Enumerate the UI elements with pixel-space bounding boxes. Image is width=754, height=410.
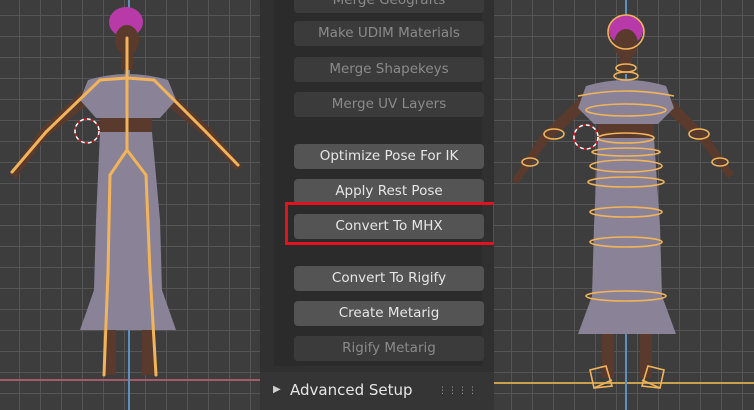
viewport-left[interactable] bbox=[0, 0, 260, 410]
top-right bbox=[578, 80, 674, 124]
drag-grip-icon[interactable]: ⋮⋮⋮⋮ bbox=[438, 386, 478, 396]
make-udim-materials-button[interactable]: Make UDIM Materials bbox=[294, 21, 484, 46]
rigify-metarig-button[interactable]: Rigify Metarig bbox=[294, 336, 484, 361]
skirt-left bbox=[80, 132, 176, 330]
highlight-box bbox=[285, 202, 496, 245]
apply-rest-pose-button[interactable]: Apply Rest Pose bbox=[294, 179, 484, 204]
merge-uv-layers-button[interactable]: Merge UV Layers bbox=[294, 92, 484, 117]
merge-shapekeys-button[interactable]: Merge Shapekeys bbox=[294, 57, 484, 82]
character-armature-left bbox=[10, 7, 242, 377]
character-armature-right bbox=[512, 14, 734, 389]
merge-geografts-button[interactable]: Merge Geografts bbox=[294, 0, 484, 13]
disclosure-triangle-right-icon[interactable]: ▶ bbox=[273, 384, 281, 395]
head-right bbox=[614, 29, 638, 59]
tool-panel: Merge Geografts Make UDIM Materials Merg… bbox=[260, 0, 496, 410]
optimize-pose-for-ik-button[interactable]: Optimize Pose For IK bbox=[294, 144, 484, 169]
advanced-setup-label: Advanced Setup bbox=[290, 381, 413, 399]
viewport-right[interactable] bbox=[494, 0, 754, 410]
convert-to-rigify-button[interactable]: Convert To Rigify bbox=[294, 266, 484, 291]
panel-box: Merge Geografts Make UDIM Materials Merg… bbox=[274, 0, 496, 366]
create-metarig-button[interactable]: Create Metarig bbox=[294, 301, 484, 326]
advanced-setup-header[interactable]: ▶ Advanced Setup ⋮⋮⋮⋮ bbox=[260, 372, 494, 410]
